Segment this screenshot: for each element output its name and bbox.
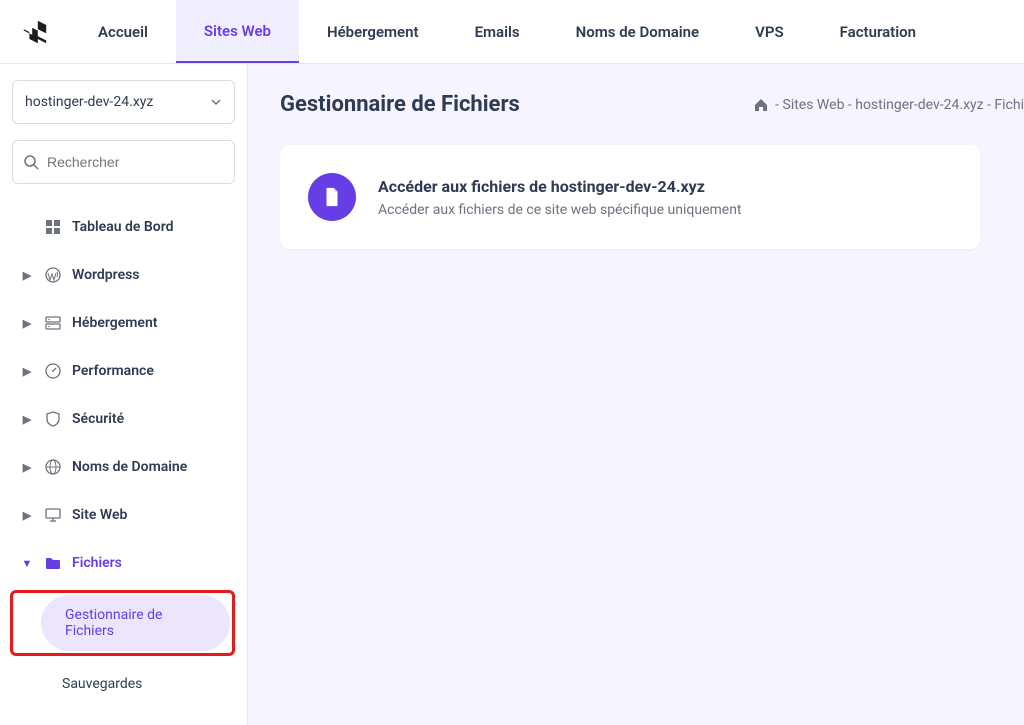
sidebar-item-label: Site Web [72,507,127,523]
server-icon [44,314,62,332]
chevron-right-icon: ▶ [20,461,34,474]
submenu-item-gestionnaire-fichiers[interactable]: Gestionnaire de Fichiers [41,595,230,651]
nav-item-facturation[interactable]: Facturation [812,0,944,63]
folder-icon [44,554,62,572]
sidebar-item-label: Tableau de Bord [72,219,174,235]
highlight-box: Gestionnaire de Fichiers [10,590,235,656]
card-subtitle: Accéder aux fichiers de ce site web spéc… [378,202,742,218]
search-input-wrapper[interactable] [12,140,235,184]
sidebar-item-label: Noms de Domaine [72,459,187,475]
file-icon [321,186,343,208]
chevron-right-icon: ▶ [20,509,34,522]
chevron-right-icon: ▶ [20,269,34,282]
search-input[interactable] [47,154,228,170]
nav-item-noms-de-domaine[interactable]: Noms de Domaine [548,0,728,63]
globe-icon [44,458,62,476]
card-title: Accéder aux fichiers de hostinger-dev-24… [378,177,742,196]
home-icon [753,97,769,113]
sidebar-item-hebergement[interactable]: ▶ Hébergement [12,300,235,346]
chevron-right-icon: ▶ [20,413,34,426]
nav-item-sites-web[interactable]: Sites Web [176,0,299,63]
sidebar-item-noms-de-domaine[interactable]: ▶ Noms de Domaine [12,444,235,490]
site-selector-value: hostinger-dev-24.xyz [25,94,153,110]
sidebar-item-label: Hébergement [72,315,157,331]
nav-item-accueil[interactable]: Accueil [70,0,176,63]
sidebar: hostinger-dev-24.xyz ▶ Tableau de Bord ▶ [0,64,248,725]
wordpress-icon [44,266,62,284]
gauge-icon [44,362,62,380]
sidebar-item-dashboard[interactable]: ▶ Tableau de Bord [12,204,235,250]
shield-icon [44,410,62,428]
file-icon-circle [308,173,356,221]
sidebar-item-performance[interactable]: ▶ Performance [12,348,235,394]
dashboard-icon [44,218,62,236]
monitor-icon [44,506,62,524]
breadcrumb[interactable]: - Sites Web - hostinger-dev-24.xyz - Fic… [753,97,1024,113]
nav-item-vps[interactable]: VPS [727,0,812,63]
sidebar-item-wordpress[interactable]: ▶ Wordpress [12,252,235,298]
hostinger-logo-icon [21,18,49,46]
site-selector-dropdown[interactable]: hostinger-dev-24.xyz [12,80,235,124]
chevron-right-icon: ▶ [20,317,34,330]
chevron-down-icon [210,96,222,108]
sidebar-item-label: Wordpress [72,267,140,283]
breadcrumb-text: - Sites Web - hostinger-dev-24.xyz - Fic… [775,97,1024,113]
nav-item-hebergement[interactable]: Hébergement [299,0,447,63]
nav-item-emails[interactable]: Emails [447,0,548,63]
chevron-down-icon: ▼ [20,557,34,570]
sidebar-item-securite[interactable]: ▶ Sécurité [12,396,235,442]
file-access-card[interactable]: Accéder aux fichiers de hostinger-dev-24… [280,145,980,249]
search-icon [23,154,39,170]
sidebar-item-fichiers[interactable]: ▼ Fichiers [12,540,235,586]
sidebar-item-label: Sécurité [72,411,124,427]
brand-logo[interactable] [0,0,70,63]
page-title: Gestionnaire de Fichiers [280,92,520,117]
chevron-right-icon: ▶ [20,365,34,378]
sidebar-menu: ▶ Tableau de Bord ▶ Wordpress ▶ Hébergem… [12,204,235,586]
sidebar-item-label: Fichiers [72,555,122,571]
submenu-item-sauvegardes[interactable]: Sauvegardes [38,664,235,704]
sidebar-item-site-web[interactable]: ▶ Site Web [12,492,235,538]
main-content: Gestionnaire de Fichiers - Sites Web - h… [248,64,1024,725]
sidebar-item-label: Performance [72,363,154,379]
top-nav: Accueil Sites Web Hébergement Emails Nom… [0,0,1024,64]
